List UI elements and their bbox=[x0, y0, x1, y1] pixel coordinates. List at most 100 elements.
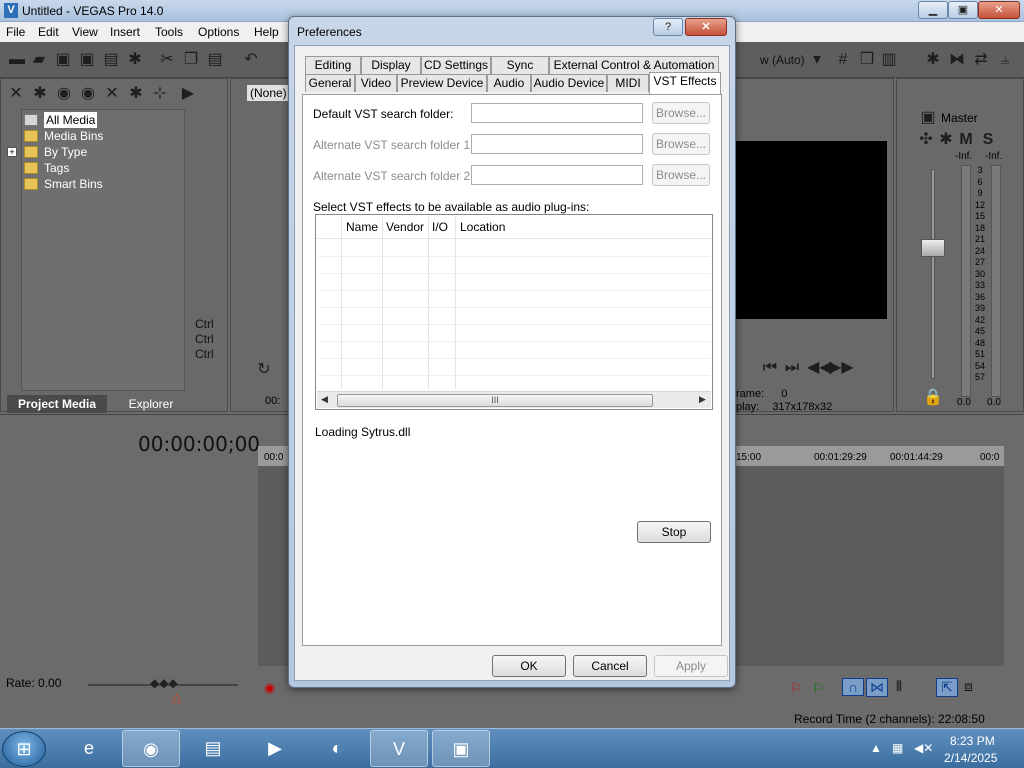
scroll-right-icon[interactable]: ▶ bbox=[699, 394, 706, 405]
notepad-icon[interactable]: ▣ bbox=[432, 730, 490, 767]
tab-midi[interactable]: MIDI bbox=[607, 74, 649, 92]
bus-fx-icon[interactable]: ▣ bbox=[919, 109, 937, 127]
volume-slider-thumb[interactable] bbox=[921, 239, 945, 257]
media-app-icon[interactable]: ◐ bbox=[308, 730, 366, 767]
help-button[interactable]: ? bbox=[653, 18, 683, 36]
volume-muted-icon[interactable]: ◀✕ bbox=[914, 741, 933, 755]
menu-tools[interactable]: Tools bbox=[155, 25, 183, 39]
media-player-icon[interactable]: ▶ bbox=[246, 730, 304, 767]
tree-item-smart-bins[interactable]: Smart Bins bbox=[24, 176, 103, 192]
restore-button[interactable]: ▣ bbox=[948, 1, 978, 19]
horizontal-scrollbar[interactable]: ◀ III ▶ bbox=[317, 391, 711, 408]
copy-icon[interactable]: ❐ bbox=[182, 51, 200, 69]
solo-button[interactable]: S bbox=[979, 131, 997, 149]
scroll-left-icon[interactable]: ◀ bbox=[321, 394, 328, 405]
split-screen-icon[interactable]: ▥ bbox=[880, 51, 898, 69]
next-frame-icon[interactable]: ⏭ bbox=[783, 359, 801, 377]
marker-icon[interactable]: ⚐ bbox=[790, 680, 803, 697]
tab-vst-effects[interactable]: VST Effects bbox=[649, 72, 721, 94]
internet-explorer-icon[interactable]: e bbox=[60, 730, 118, 767]
open-icon[interactable]: ▰ bbox=[30, 51, 48, 69]
menu-insert[interactable]: Insert bbox=[110, 25, 140, 39]
network-icon[interactable]: ▦ bbox=[892, 741, 903, 755]
column-io[interactable]: I/O bbox=[432, 220, 448, 234]
edit-tool-icon[interactable]: ⫴ bbox=[896, 678, 902, 695]
column-vendor[interactable]: Vendor bbox=[386, 220, 424, 234]
tab-cd-settings[interactable]: CD Settings bbox=[421, 56, 491, 74]
close-button[interactable]: ✕ bbox=[978, 1, 1020, 19]
firefox-icon[interactable]: ◉ bbox=[122, 730, 180, 767]
mute-button[interactable]: M bbox=[957, 131, 975, 149]
stop-button[interactable]: Stop bbox=[637, 521, 711, 543]
tree-item-by-type[interactable]: By Type bbox=[24, 144, 87, 160]
vst-effects-list[interactable]: Name Vendor I/O Location ◀ III ▶ bbox=[315, 214, 713, 410]
snapping-icon[interactable]: ∩ bbox=[842, 678, 864, 696]
capture-icon[interactable]: ✱ bbox=[31, 85, 49, 103]
start-button[interactable]: ⊞ bbox=[2, 731, 46, 767]
cut-icon[interactable]: ✂ bbox=[158, 51, 176, 69]
render-icon[interactable]: ▤ bbox=[102, 51, 120, 69]
grid-icon[interactable]: # bbox=[834, 51, 852, 69]
bus-icon[interactable]: ⧓ bbox=[948, 51, 966, 69]
fast-forward-icon[interactable]: ▶▶ bbox=[829, 359, 854, 377]
tab-audio[interactable]: Audio bbox=[487, 74, 531, 92]
web-icon[interactable]: ◉ bbox=[79, 85, 97, 103]
undo-icon[interactable]: ↶ bbox=[242, 51, 260, 69]
chevron-down-icon[interactable]: ▾ bbox=[808, 51, 826, 69]
pan-icon[interactable]: ✣ bbox=[917, 131, 935, 149]
clock-time[interactable]: 8:23 PM bbox=[950, 734, 995, 748]
auto-crossfade-icon[interactable]: ⋈ bbox=[866, 678, 888, 697]
tree-item-tags[interactable]: Tags bbox=[24, 160, 69, 176]
tab-video[interactable]: Video bbox=[355, 74, 397, 92]
column-location[interactable]: Location bbox=[460, 220, 505, 234]
menu-help[interactable]: Help bbox=[254, 25, 279, 39]
save-as-icon[interactable]: ▣ bbox=[78, 51, 96, 69]
loop-icon[interactable]: ↻ bbox=[255, 361, 273, 379]
alt-folder2-field[interactable] bbox=[471, 165, 643, 185]
tab-preview-device[interactable]: Preview Device bbox=[397, 74, 487, 92]
tab-project-media[interactable]: Project Media bbox=[7, 395, 107, 413]
alt-folder1-field[interactable] bbox=[471, 134, 643, 154]
previous-frame-icon[interactable]: ⏮ bbox=[761, 359, 779, 377]
cancel-button[interactable]: Cancel bbox=[573, 655, 647, 677]
fx-settings-icon[interactable]: ✱ bbox=[937, 131, 955, 149]
preset-select[interactable]: (None) bbox=[247, 85, 290, 101]
browse-alt2-button[interactable]: Browse... bbox=[652, 164, 710, 186]
region-icon[interactable]: ⚐ bbox=[812, 680, 825, 697]
tab-general[interactable]: General bbox=[305, 74, 355, 92]
file-explorer-icon[interactable]: ▤ bbox=[184, 730, 242, 767]
remove-icon[interactable]: ✕ bbox=[103, 85, 121, 103]
tab-sync[interactable]: Sync bbox=[491, 56, 549, 74]
mixer-icon[interactable]: ⫨ bbox=[996, 51, 1014, 69]
menu-file[interactable]: File bbox=[6, 25, 25, 39]
browse-default-button[interactable]: Browse... bbox=[652, 102, 710, 124]
save-icon[interactable]: ▣ bbox=[54, 51, 72, 69]
menu-edit[interactable]: Edit bbox=[38, 25, 59, 39]
tab-display[interactable]: Display bbox=[361, 56, 421, 74]
rewind-icon[interactable]: ◀◀ bbox=[807, 359, 832, 377]
clock-date[interactable]: 2/14/2025 bbox=[944, 751, 997, 765]
paste-icon[interactable]: ▤ bbox=[206, 51, 224, 69]
expand-by-type-icon[interactable]: + bbox=[7, 147, 17, 157]
menu-view[interactable]: View bbox=[72, 25, 98, 39]
record-button[interactable]: ◉ bbox=[264, 680, 275, 696]
browse-alt1-button[interactable]: Browse... bbox=[652, 133, 710, 155]
new-project-icon[interactable]: ▬ bbox=[8, 51, 26, 69]
column-name[interactable]: Name bbox=[346, 220, 378, 234]
auto-crop-icon[interactable]: ⊹ bbox=[151, 85, 169, 103]
tree-item-all-media[interactable]: All Media bbox=[24, 112, 98, 128]
media-fx-icon[interactable]: ✱ bbox=[127, 85, 145, 103]
scrollbar-thumb[interactable]: III bbox=[337, 394, 653, 407]
properties-icon[interactable]: ✱ bbox=[126, 51, 144, 69]
default-folder-field[interactable] bbox=[471, 103, 643, 123]
menu-options[interactable]: Options bbox=[198, 25, 239, 39]
ripple-icon[interactable]: ⇱ bbox=[936, 678, 958, 697]
fx-icon[interactable]: ⇄ bbox=[972, 51, 990, 69]
dialog-close-button[interactable]: ✕ bbox=[685, 18, 727, 36]
copy-snapshot-icon[interactable]: ❐ bbox=[858, 51, 876, 69]
import-media-icon[interactable]: ✕ bbox=[7, 85, 25, 103]
rate-slider-thumb[interactable]: ◆◆◆ bbox=[150, 676, 178, 690]
apply-button[interactable]: Apply bbox=[654, 655, 728, 677]
settings-icon[interactable]: ✱ bbox=[924, 51, 942, 69]
get-media-icon[interactable]: ◉ bbox=[55, 85, 73, 103]
